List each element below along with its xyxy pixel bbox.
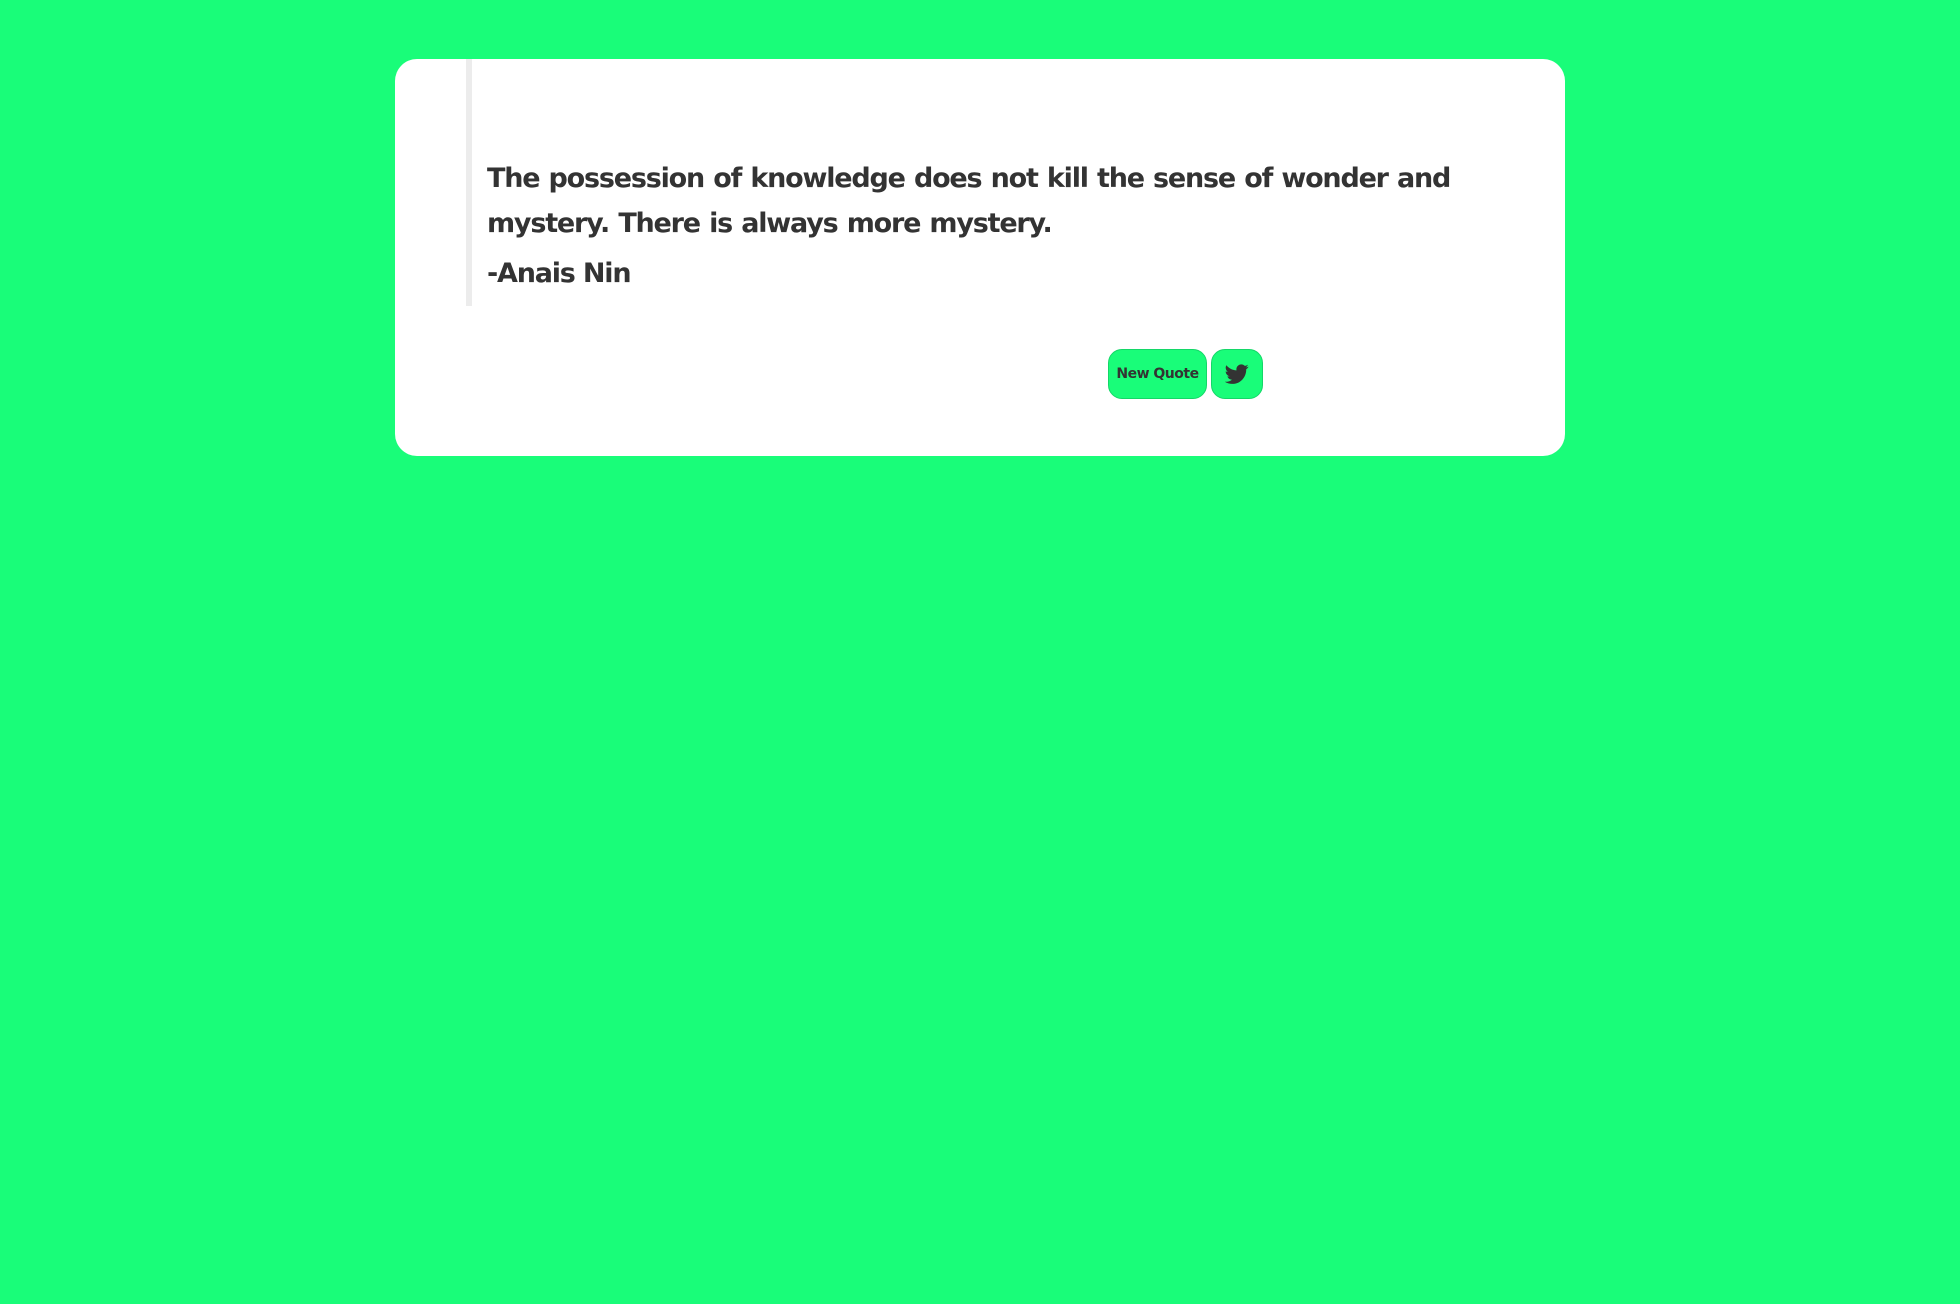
tweet-quote-button[interactable] [1211, 349, 1263, 399]
quote-block: The possession of knowledge does not kil… [466, 59, 1506, 306]
new-quote-button[interactable]: New Quote [1108, 349, 1207, 399]
quote-card: The possession of knowledge does not kil… [395, 59, 1565, 456]
twitter-icon [1225, 362, 1249, 386]
quote-author: -Anais Nin [487, 258, 632, 289]
quote-text: The possession of knowledge does not kil… [487, 163, 1451, 239]
quote-actions: New Quote [1108, 349, 1263, 399]
